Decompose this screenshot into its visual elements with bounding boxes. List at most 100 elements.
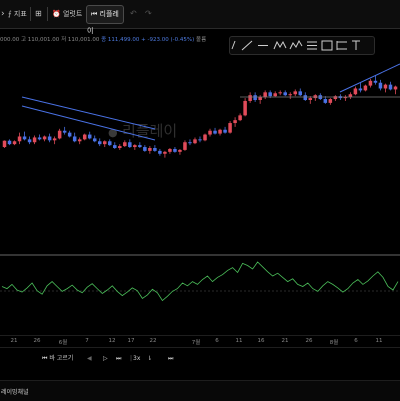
candle-body <box>32 137 37 143</box>
candle-body <box>42 136 47 140</box>
candle-body <box>228 123 232 133</box>
top-toolbar: › ⨍ 지표 ⊞ ⏰ 얼럿트 ⏮ 리플레이 ↶ ↷ <box>0 0 400 35</box>
candle-body <box>103 141 107 145</box>
candle-body <box>288 94 292 96</box>
time-axis-tick: 26 <box>305 338 313 344</box>
candle-body <box>238 115 242 121</box>
candle-body <box>263 92 267 98</box>
candle-body <box>283 92 287 96</box>
layout-grid-icon[interactable]: ⊞ <box>35 6 42 22</box>
ohlc-legend: 000.00 고 110,001.00 저 110,001.00 종 111,4… <box>0 37 207 43</box>
candle-body <box>363 85 368 91</box>
candle-body <box>353 88 358 95</box>
candle-body <box>328 99 333 103</box>
candle-body <box>208 130 212 135</box>
candle-body <box>173 148 177 152</box>
replay-button[interactable]: ⏮ 리플레이 <box>86 5 124 35</box>
time-axis-tick: 22 <box>149 338 157 344</box>
exit-replay-icon[interactable]: ⏭ <box>168 353 173 365</box>
candle-body <box>138 145 142 148</box>
indicators-icon: ⨍ <box>8 10 12 18</box>
candle-body <box>383 84 388 89</box>
indicators-button[interactable]: ⨍ 지표 <box>8 6 27 22</box>
select-bar-button[interactable]: ⏮ 바 고르기 <box>42 353 73 365</box>
candle-body <box>223 129 227 133</box>
channel-label: 레이밍채널 <box>1 389 29 396</box>
candle-body <box>52 138 57 141</box>
candle-body <box>358 88 363 91</box>
time-axis-tick: 8월 <box>329 340 339 346</box>
toolbar-divider <box>47 7 48 21</box>
candle-body <box>378 82 383 89</box>
alarm-clock-icon: ⏰ <box>52 10 61 18</box>
rewind-icon: ⏮ <box>91 10 98 18</box>
candle-body <box>67 132 72 137</box>
play-icon[interactable]: ▷ <box>103 353 108 365</box>
candle-body <box>373 80 378 83</box>
candle-body <box>248 95 252 101</box>
time-axis-tick: 21 <box>281 338 289 344</box>
channel-upper-line[interactable] <box>21 96 156 130</box>
skip-to-start-icon: ⏮ <box>42 355 48 362</box>
candle-body <box>183 142 187 150</box>
jump-icon[interactable]: ⇂ <box>147 353 152 365</box>
candle-body <box>108 141 112 146</box>
alert-button[interactable]: ⏰ 얼럿트 <box>52 6 82 22</box>
candle-body <box>233 120 237 124</box>
candle-body <box>143 147 147 151</box>
candle-body <box>47 136 52 141</box>
time-axis-tick: 17 <box>127 338 135 344</box>
candle-body <box>368 80 373 86</box>
time-axis-tick: 6 <box>215 338 219 344</box>
candle-body <box>27 139 32 143</box>
footer-bar: 레이밍채널 <box>0 380 400 401</box>
candle-body <box>393 86 398 90</box>
candle-body <box>193 139 197 144</box>
candle-body <box>303 95 308 100</box>
candle-body <box>178 149 182 152</box>
divider: | <box>130 355 133 362</box>
candle-body <box>268 92 272 97</box>
chevron-right-icon[interactable]: › <box>1 6 5 22</box>
speed-button[interactable]: 3x <box>133 353 140 365</box>
candle-body <box>388 84 393 90</box>
candle-body <box>82 134 87 140</box>
candle-body <box>22 136 27 140</box>
candle-body <box>333 96 338 100</box>
redo-icon[interactable]: ↷ <box>145 6 152 22</box>
candle-body <box>7 140 12 145</box>
toolbar-divider <box>30 7 31 21</box>
candle-body <box>308 98 313 100</box>
candle-body <box>87 134 92 139</box>
candle-body <box>188 142 192 144</box>
price-chart[interactable]: ● 리플레이 <box>0 48 400 248</box>
step-forward-icon[interactable]: ⏭ <box>116 353 121 365</box>
time-axis-tick: 12 <box>108 338 116 344</box>
candle-body <box>113 145 117 148</box>
oscillator-line <box>1 261 399 302</box>
candle-body <box>62 130 67 133</box>
time-axis-tick: 6월 <box>58 340 68 346</box>
time-axis-tick: 7 <box>85 338 89 344</box>
candle-body <box>278 92 282 94</box>
oscillator-chart[interactable] <box>0 245 400 335</box>
time-axis-tick: 11 <box>375 338 383 344</box>
candle-body <box>243 100 247 116</box>
candle-body <box>133 145 137 148</box>
candle-body <box>273 93 277 97</box>
candle-body <box>168 148 172 152</box>
candle-body <box>293 91 297 95</box>
time-axis-tick: 6 <box>354 338 358 344</box>
candle-body <box>253 95 257 100</box>
time-axis-tick: 16 <box>257 338 265 344</box>
candle-body <box>77 139 82 142</box>
candle-body <box>37 137 42 140</box>
candle-body <box>17 136 22 142</box>
candle-body <box>198 139 202 141</box>
undo-icon[interactable]: ↶ <box>130 6 137 22</box>
replay-player-bar: ⏮ 바 고르기 ◀ ▷ ⏭ | 3x ⇂ ⏭ <box>0 347 400 370</box>
previous-icon[interactable]: ◀ <box>87 353 92 365</box>
candle-body <box>128 142 132 148</box>
candle-body <box>258 97 262 100</box>
time-axis-tick: 11 <box>235 338 243 344</box>
